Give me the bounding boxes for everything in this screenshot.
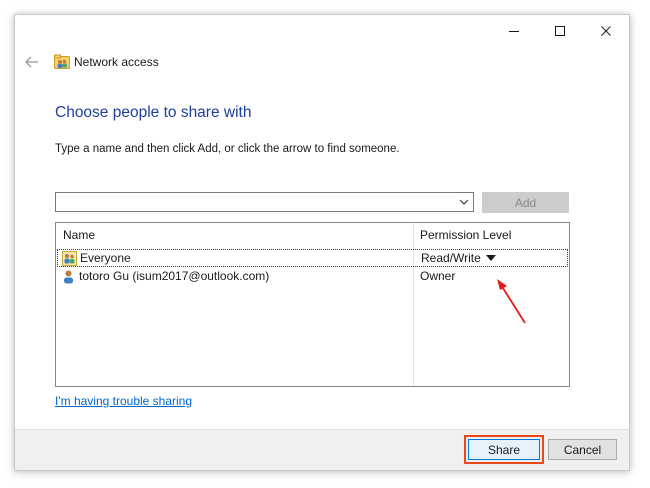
network-access-window: Network access Choose people to share wi… xyxy=(14,14,630,471)
minimize-button[interactable] xyxy=(491,15,537,47)
back-arrow-icon xyxy=(25,56,38,68)
back-button[interactable] xyxy=(23,53,41,71)
add-button[interactable]: Add xyxy=(482,192,569,213)
close-icon xyxy=(601,26,611,36)
close-button[interactable] xyxy=(583,15,629,47)
row-permission: Owner xyxy=(420,269,456,283)
dropdown-arrow-icon[interactable] xyxy=(486,255,496,262)
column-divider[interactable] xyxy=(413,223,414,386)
list-row-everyone[interactable]: Everyone Read/Write xyxy=(57,249,568,267)
list-row-owner[interactable]: totoro Gu (isum2017@outlook.com) Owner xyxy=(57,268,568,286)
network-access-icon xyxy=(54,54,70,69)
window-title: Network access xyxy=(74,55,159,69)
share-button[interactable]: Share xyxy=(468,439,540,460)
trouble-sharing-link[interactable]: I'm having trouble sharing xyxy=(55,394,192,408)
instructions-text: Type a name and then click Add, or click… xyxy=(55,143,400,155)
name-input[interactable] xyxy=(58,194,455,210)
maximize-icon xyxy=(555,26,565,36)
annotation-arrow-icon xyxy=(497,279,526,324)
name-combobox[interactable] xyxy=(55,192,474,212)
chevron-down-icon xyxy=(459,199,469,205)
minimize-icon xyxy=(509,31,519,32)
maximize-button[interactable] xyxy=(537,15,583,47)
sharing-list[interactable]: Name Permission Level Everyone Read/Writ… xyxy=(55,222,570,387)
list-header: Name Permission Level xyxy=(56,223,569,245)
combo-dropdown-button[interactable] xyxy=(457,193,471,211)
row-name: totoro Gu (isum2017@outlook.com) xyxy=(79,269,270,283)
column-header-permission[interactable]: Permission Level xyxy=(420,228,511,242)
cancel-button[interactable]: Cancel xyxy=(548,439,617,460)
group-users-icon xyxy=(62,251,77,266)
user-icon xyxy=(64,270,73,284)
row-name: Everyone xyxy=(80,251,131,265)
dialog-footer: Share Cancel xyxy=(15,429,629,470)
page-heading: Choose people to share with xyxy=(55,104,252,121)
row-permission-dropdown[interactable]: Read/Write xyxy=(421,251,481,266)
column-header-name[interactable]: Name xyxy=(63,228,95,242)
